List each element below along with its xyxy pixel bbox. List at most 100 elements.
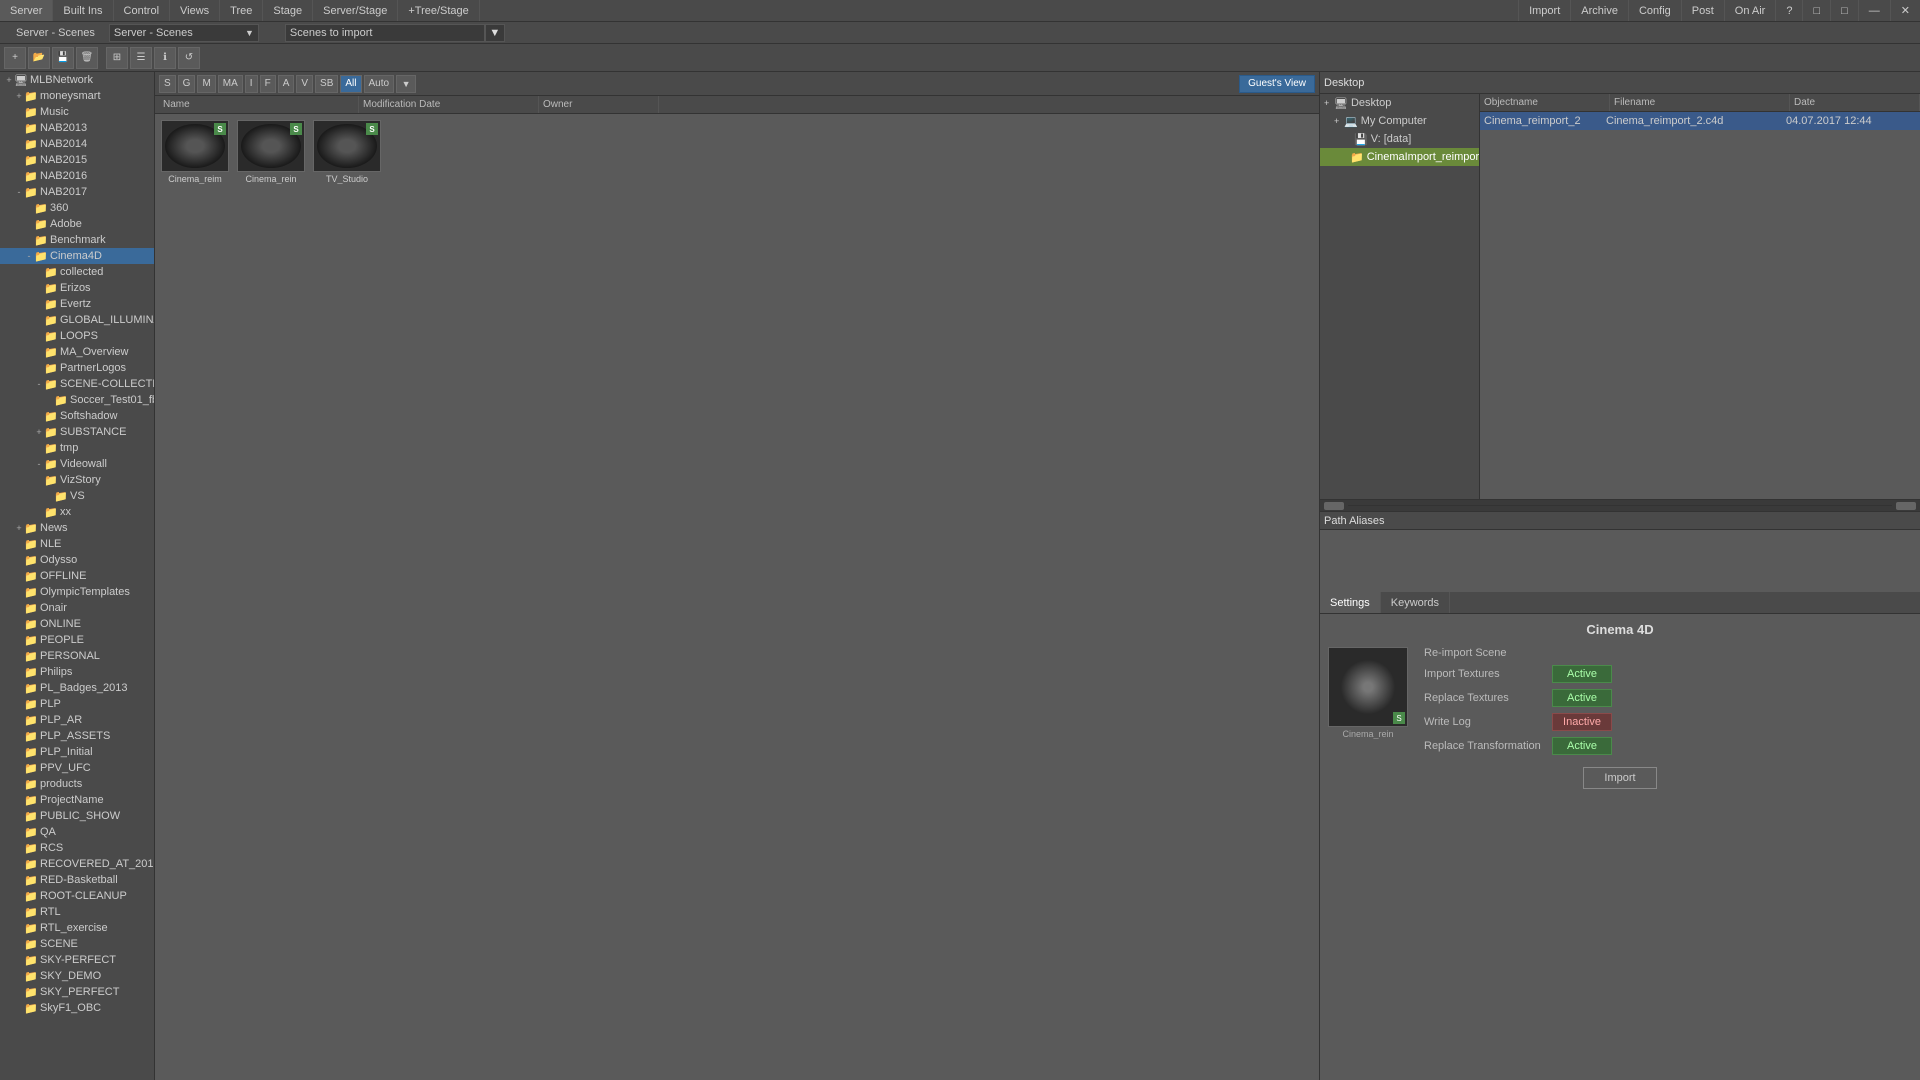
sidebar-item-37[interactable]: 📁Philips: [0, 664, 154, 680]
menu-stage[interactable]: Stage: [263, 0, 313, 21]
filter-auto[interactable]: Auto: [364, 75, 395, 93]
sidebar-item-38[interactable]: 📁PL_Badges_2013: [0, 680, 154, 696]
file-item-2[interactable]: S TV_Studio: [311, 118, 383, 186]
sidebar-item-34[interactable]: 📁ONLINE: [0, 616, 154, 632]
sidebar-item-53[interactable]: 📁RTL_exercise: [0, 920, 154, 936]
sidebar-item-21[interactable]: 📁Softshadow: [0, 408, 154, 424]
sidebar-item-14[interactable]: 📁Evertz: [0, 296, 154, 312]
sidebar-item-25[interactable]: 📁VizStory: [0, 472, 154, 488]
sidebar-item-58[interactable]: 📁SkyF1_OBC: [0, 1000, 154, 1016]
sidebar-item-51[interactable]: 📁ROOT-CLEANUP: [0, 888, 154, 904]
sidebar-item-7[interactable]: -📁NAB2017: [0, 184, 154, 200]
menu-tree-stage[interactable]: +Tree/Stage: [398, 0, 479, 21]
sidebar-item-18[interactable]: 📁PartnerLogos: [0, 360, 154, 376]
sidebar-item-9[interactable]: 📁Adobe: [0, 216, 154, 232]
sidebar-item-33[interactable]: 📁Onair: [0, 600, 154, 616]
sidebar-item-3[interactable]: 📁NAB2013: [0, 120, 154, 136]
replace-transform-toggle[interactable]: Active: [1552, 737, 1612, 755]
sidebar-item-42[interactable]: 📁PLP_Initial: [0, 744, 154, 760]
sidebar-item-23[interactable]: 📁tmp: [0, 440, 154, 456]
tree-item-vdata[interactable]: 💾 V: [data]: [1320, 130, 1479, 148]
icon-grid[interactable]: ⊞: [106, 47, 128, 69]
sidebar-item-57[interactable]: 📁SKY_PERFECT: [0, 984, 154, 1000]
btn-help[interactable]: ?: [1775, 0, 1802, 21]
btn-min[interactable]: —: [1858, 0, 1890, 21]
sidebar-item-28[interactable]: +📁News: [0, 520, 154, 536]
filter-s[interactable]: S: [159, 75, 176, 93]
sidebar-item-19[interactable]: -📁SCENE-COLLECTIO: [0, 376, 154, 392]
sidebar-item-35[interactable]: 📁PEOPLE: [0, 632, 154, 648]
filter-v[interactable]: V: [296, 75, 313, 93]
view-btn[interactable]: Guest's View: [1239, 75, 1315, 93]
tree-item-mycomputer[interactable]: + 💻 My Computer: [1320, 112, 1479, 130]
tree-scroll-bar[interactable]: [1320, 499, 1920, 511]
sidebar-item-6[interactable]: 📁NAB2016: [0, 168, 154, 184]
sidebar-item-49[interactable]: 📁RECOVERED_AT_2012: [0, 856, 154, 872]
sidebar-item-54[interactable]: 📁SCENE: [0, 936, 154, 952]
icon-refresh[interactable]: ↺: [178, 47, 200, 69]
sidebar-item-16[interactable]: 📁LOOPS: [0, 328, 154, 344]
sidebar-item-41[interactable]: 📁PLP_ASSETS: [0, 728, 154, 744]
tree-item-cinemaimport[interactable]: 📁 CinemaImport_reimport: [1320, 148, 1479, 166]
sidebar-item-27[interactable]: 📁xx: [0, 504, 154, 520]
icon-info[interactable]: ℹ: [154, 47, 176, 69]
tab-keywords[interactable]: Keywords: [1381, 592, 1450, 613]
sidebar-item-45[interactable]: 📁ProjectName: [0, 792, 154, 808]
sidebar-item-39[interactable]: 📁PLP: [0, 696, 154, 712]
files-row[interactable]: Cinema_reimport_2 Cinema_reimport_2.c4d …: [1480, 112, 1920, 130]
btn-onair[interactable]: On Air: [1724, 0, 1776, 21]
sidebar-item-31[interactable]: 📁OFFLINE: [0, 568, 154, 584]
sidebar-item-17[interactable]: 📁MA_Overview: [0, 344, 154, 360]
scenes-import-dropdown[interactable]: ▼: [485, 24, 505, 42]
sidebar-item-40[interactable]: 📁PLP_AR: [0, 712, 154, 728]
sidebar-item-13[interactable]: 📁Erizos: [0, 280, 154, 296]
icon-open[interactable]: 📂: [28, 47, 50, 69]
sidebar-item-0[interactable]: +🖥MLBNetwork: [0, 72, 154, 88]
filter-g[interactable]: G: [178, 75, 196, 93]
icon-save[interactable]: 💾: [52, 47, 74, 69]
btn-close[interactable]: ✕: [1890, 0, 1920, 21]
sidebar-item-5[interactable]: 📁NAB2015: [0, 152, 154, 168]
file-item-1[interactable]: S Cinema_rein: [235, 118, 307, 186]
sidebar-item-43[interactable]: 📁PPV_UFC: [0, 760, 154, 776]
btn-import[interactable]: Import: [1518, 0, 1570, 21]
sidebar-item-44[interactable]: 📁products: [0, 776, 154, 792]
btn-win1[interactable]: □: [1802, 0, 1830, 21]
sidebar-item-15[interactable]: 📁GLOBAL_ILLUMINAT: [0, 312, 154, 328]
menu-tree[interactable]: Tree: [220, 0, 263, 21]
sidebar-item-11[interactable]: -📁Cinema4D: [0, 248, 154, 264]
icon-delete[interactable]: 🗑: [76, 47, 98, 69]
menu-builtins[interactable]: Built Ins: [53, 0, 113, 21]
icon-new[interactable]: +: [4, 47, 26, 69]
filter-m[interactable]: M: [197, 75, 215, 93]
sidebar-item-20[interactable]: 📁Soccer_Test01_fbm: [0, 392, 154, 408]
sidebar-item-24[interactable]: -📁Videowall: [0, 456, 154, 472]
sidebar-item-36[interactable]: 📁PERSONAL: [0, 648, 154, 664]
btn-post[interactable]: Post: [1681, 0, 1724, 21]
sidebar-item-30[interactable]: 📁Odysso: [0, 552, 154, 568]
filter-sb[interactable]: SB: [315, 75, 338, 93]
sidebar-item-12[interactable]: 📁collected: [0, 264, 154, 280]
menu-control[interactable]: Control: [114, 0, 170, 21]
menu-server[interactable]: Server: [0, 0, 53, 21]
replace-textures-toggle[interactable]: Active: [1552, 689, 1612, 707]
sidebar-item-1[interactable]: +📁moneysmart: [0, 88, 154, 104]
sidebar-item-52[interactable]: 📁RTL: [0, 904, 154, 920]
tab-settings[interactable]: Settings: [1320, 592, 1381, 613]
sidebar-item-4[interactable]: 📁NAB2014: [0, 136, 154, 152]
sidebar-item-50[interactable]: 📁RED-Basketball: [0, 872, 154, 888]
sidebar-item-29[interactable]: 📁NLE: [0, 536, 154, 552]
file-item-0[interactable]: S Cinema_reim: [159, 118, 231, 186]
filter-dropdown[interactable]: ▼: [396, 75, 416, 93]
filter-i[interactable]: I: [245, 75, 258, 93]
import-textures-toggle[interactable]: Active: [1552, 665, 1612, 683]
sidebar-item-47[interactable]: 📁QA: [0, 824, 154, 840]
filter-all[interactable]: All: [340, 75, 361, 93]
icon-list[interactable]: ☰: [130, 47, 152, 69]
filter-f[interactable]: F: [260, 75, 276, 93]
filter-ma[interactable]: MA: [218, 75, 243, 93]
sidebar-item-46[interactable]: 📁PUBLIC_SHOW: [0, 808, 154, 824]
menu-views[interactable]: Views: [170, 0, 220, 21]
sidebar-item-10[interactable]: 📁Benchmark: [0, 232, 154, 248]
write-log-toggle[interactable]: Inactive: [1552, 713, 1612, 731]
